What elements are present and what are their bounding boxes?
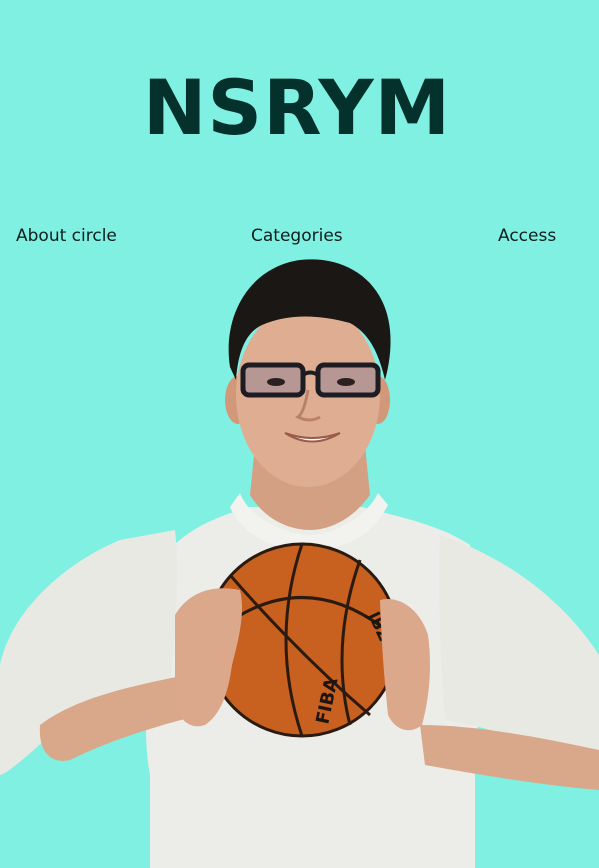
hero-person-illustration: FIBA JBZ [0, 259, 599, 868]
nav-link-about-circle[interactable]: About circle [16, 224, 117, 248]
left-eye [267, 378, 285, 386]
hero-photo: FIBA JBZ [0, 255, 599, 868]
site-title: NSRYM [142, 63, 452, 152]
main-nav: About circle Categories Access [0, 224, 599, 250]
right-eye [337, 378, 355, 386]
nav-link-categories[interactable]: Categories [251, 224, 343, 248]
page: NSRYM About circle Categories Access FIB… [0, 0, 599, 868]
nav-link-access[interactable]: Access [498, 224, 556, 248]
